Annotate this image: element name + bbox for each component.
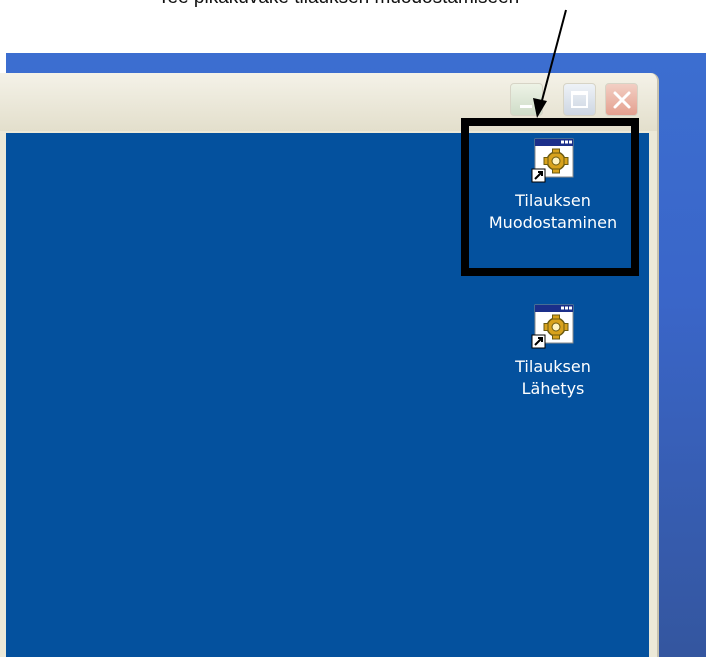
close-button[interactable] [605, 83, 638, 116]
annotation-caption: Tee pikakuvake tilauksen muodostamiseen [158, 0, 519, 9]
shortcut-label-line1: Tilauksen [515, 357, 591, 376]
maximize-button[interactable] [563, 83, 596, 116]
shortcut-tilauksen-lahetys[interactable]: Tilauksen Lähetys [468, 302, 638, 400]
program-shortcut-icon [529, 302, 577, 350]
highlight-box [461, 118, 639, 276]
shortcut-label-line2: Lähetys [521, 379, 585, 398]
minimize-button[interactable] [510, 83, 543, 116]
close-icon [613, 91, 631, 109]
